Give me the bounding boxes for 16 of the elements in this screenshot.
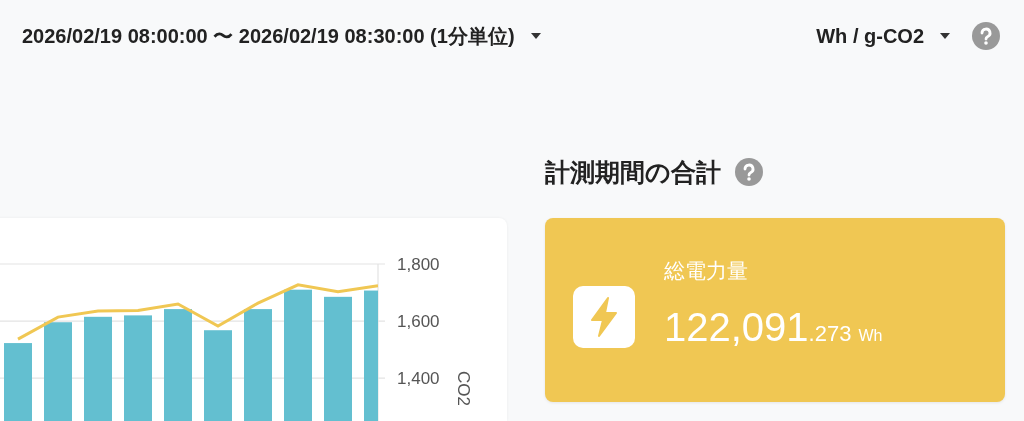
help-icon[interactable] — [735, 158, 763, 186]
period-dropdown[interactable]: 2026/02/19 08:00:00 〜 2026/02/19 08:30:00 (1分単位) — [22, 22, 541, 50]
axis-label: 1,400 — [397, 369, 440, 389]
unit-label: Wh — [858, 326, 883, 345]
caret-icon — [530, 33, 541, 39]
value-integer: 122,091 — [664, 304, 809, 350]
caret-icon — [940, 33, 950, 39]
lightning-icon — [573, 286, 635, 348]
help-icon[interactable] — [972, 22, 1000, 50]
card-label: 総電力量 — [664, 257, 749, 284]
axis-label: 1,800 — [397, 255, 440, 274]
section-title: 計測期間の合計 — [545, 156, 721, 188]
axis-label: 1,600 — [397, 312, 440, 332]
value-decimal: .273 — [808, 320, 852, 347]
unit-dropdown[interactable]: Wh / g-CO2 — [816, 24, 950, 48]
axis-title: CO2 — [454, 371, 473, 406]
